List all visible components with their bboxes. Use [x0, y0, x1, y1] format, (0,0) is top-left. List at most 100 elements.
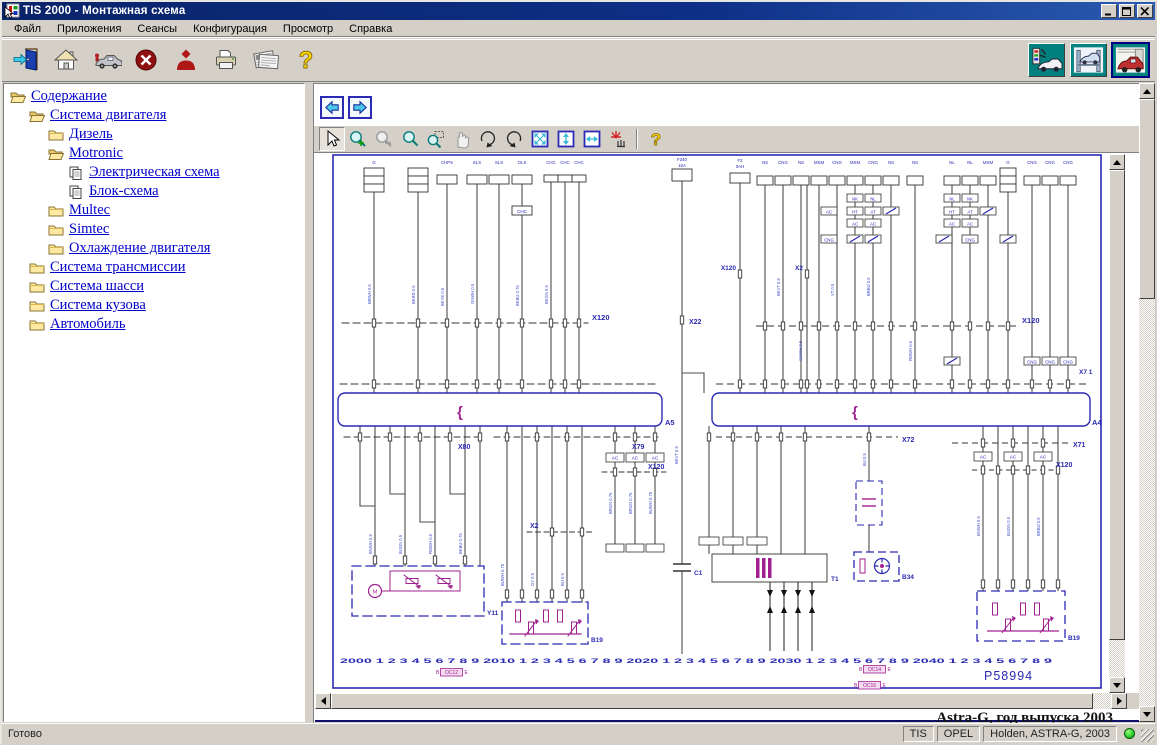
- svg-text:RDWH 0.5: RDWH 0.5: [908, 340, 913, 361]
- svg-text:?: ?: [299, 47, 314, 73]
- block-label-c1[interactable]: C1: [694, 570, 703, 577]
- maximize-button[interactable]: [1119, 4, 1135, 18]
- folder-open-icon: [48, 147, 65, 161]
- menu-help[interactable]: Справка: [341, 21, 400, 37]
- block-label-a4[interactable]: A4: [1092, 418, 1102, 427]
- tree-link[interactable]: Система шасси: [50, 278, 144, 295]
- rotate-cw-icon: [478, 129, 498, 149]
- scroll-up-button[interactable]: [1109, 154, 1125, 170]
- home-button[interactable]: [48, 43, 84, 77]
- pan-tool[interactable]: [449, 127, 475, 151]
- connector-label-x120d[interactable]: X120: [1022, 316, 1040, 325]
- help-button[interactable]: ?: [288, 43, 324, 77]
- block-label-b34[interactable]: B34: [902, 574, 914, 581]
- block-label-t1[interactable]: T1: [831, 576, 839, 583]
- viewer-toolbar: ?: [314, 125, 1140, 153]
- svg-text:GNWH 0.5: GNWH 0.5: [798, 340, 803, 361]
- scroll-up-button[interactable]: [1139, 83, 1155, 99]
- connector-label-x120e[interactable]: X120: [1056, 462, 1072, 469]
- zoom-tool[interactable]: [397, 127, 423, 151]
- rotate-ccw-tool[interactable]: [501, 127, 527, 151]
- diagram-page-number: P58994: [984, 669, 1033, 683]
- connector-label-x72[interactable]: X72: [902, 437, 915, 444]
- diagram-vertical-scrollbar[interactable]: [1109, 154, 1125, 693]
- svg-text:VT 0.5: VT 0.5: [830, 283, 835, 296]
- status-cell-tis: TIS: [903, 726, 934, 742]
- svg-text:G: G: [1006, 160, 1010, 165]
- resize-grip[interactable]: [1141, 729, 1154, 742]
- zoom-out-tool[interactable]: [371, 127, 397, 151]
- connector-label-x2b[interactable]: X2: [795, 265, 803, 272]
- tree-link[interactable]: Система двигателя: [50, 107, 166, 124]
- vehicle-service-button[interactable]: [88, 43, 124, 77]
- vehicle-lift-button[interactable]: [1070, 43, 1107, 77]
- zoom-in-tool[interactable]: [345, 127, 371, 151]
- svg-text:AC: AC: [652, 456, 659, 461]
- exit-button[interactable]: [8, 43, 44, 77]
- close-button[interactable]: [1137, 4, 1153, 18]
- horizontal-scroll-thumb[interactable]: [331, 693, 1093, 709]
- scroll-down-button[interactable]: [1109, 677, 1125, 693]
- svg-text:CNG: CNG: [1027, 360, 1037, 365]
- menu-view[interactable]: Просмотр: [275, 21, 341, 37]
- fit-width-tool[interactable]: [579, 127, 605, 151]
- print-button[interactable]: [208, 43, 244, 77]
- block-label-b19-right[interactable]: B19: [1068, 635, 1080, 642]
- tree-link[interactable]: Охлаждение двигателя: [69, 240, 210, 257]
- rotate-cw-tool[interactable]: [475, 127, 501, 151]
- connector-label-x79[interactable]: X79: [632, 444, 645, 451]
- hotspots-tool[interactable]: [605, 127, 631, 151]
- documents-button[interactable]: [248, 43, 284, 77]
- maximize-icon: [1122, 7, 1132, 16]
- connector-label-x120[interactable]: X120: [592, 313, 610, 322]
- diagram-canvas[interactable]: CHC X120 {: [315, 154, 1111, 693]
- scroll-left-button[interactable]: [315, 693, 331, 709]
- pane-scroll-thumb[interactable]: [1139, 99, 1155, 299]
- select-tool[interactable]: [319, 127, 345, 151]
- vehicle-diagnostics-button[interactable]: [1028, 43, 1065, 77]
- menu-sessions[interactable]: Сеансы: [129, 21, 185, 37]
- menu-configuration[interactable]: Конфигурация: [185, 21, 275, 37]
- svg-text:BU 0.5: BU 0.5: [560, 573, 565, 586]
- minimize-button[interactable]: [1101, 4, 1117, 18]
- connector-label-x120c[interactable]: X120: [721, 265, 737, 272]
- help-tool[interactable]: ?: [643, 127, 669, 151]
- cancel-button[interactable]: [128, 43, 164, 77]
- connector-label-x71[interactable]: X71: [1073, 442, 1086, 449]
- connector-label-x120b[interactable]: X120: [648, 464, 664, 471]
- contact-button[interactable]: [168, 43, 204, 77]
- tree-link[interactable]: Дизель: [69, 126, 113, 143]
- block-label-a5[interactable]: A5: [665, 418, 675, 427]
- panel-splitter[interactable]: [305, 82, 313, 723]
- tree-link[interactable]: Система кузова: [50, 297, 146, 314]
- tree-link[interactable]: Система трансмиссии: [50, 259, 186, 276]
- tree-link[interactable]: Simtec: [69, 221, 109, 238]
- scroll-down-button[interactable]: [1139, 706, 1155, 722]
- fit-page-tool[interactable]: [527, 127, 553, 151]
- block-label-b19-left[interactable]: B19: [591, 637, 603, 644]
- title-bar[interactable]: TIS 2000 - Монтажная схема: [2, 2, 1155, 20]
- connector-label-x2[interactable]: X2: [530, 523, 539, 530]
- connector-label-x22[interactable]: X22: [689, 319, 702, 326]
- tree-link[interactable]: Электрическая схема: [89, 164, 220, 181]
- pane-vertical-scrollbar[interactable]: [1139, 83, 1155, 722]
- fit-height-tool[interactable]: [553, 127, 579, 151]
- scroll-right-button[interactable]: [1111, 693, 1127, 709]
- connector-label-x80[interactable]: X80: [458, 444, 471, 451]
- tree-link[interactable]: Автомобиль: [50, 316, 126, 333]
- menu-applications[interactable]: Приложения: [49, 21, 129, 37]
- block-label-y11[interactable]: Y11: [487, 610, 499, 617]
- tree-link[interactable]: Motronic: [69, 145, 123, 162]
- tree-link[interactable]: Multec: [69, 202, 110, 219]
- forward-button[interactable]: [348, 96, 372, 119]
- vertical-scroll-thumb[interactable]: [1109, 170, 1125, 640]
- vehicle-garage-button[interactable]: [1112, 43, 1149, 77]
- tree-link[interactable]: Блок-схема: [89, 183, 159, 200]
- connector-label-x71-top[interactable]: X7 1: [1079, 369, 1093, 376]
- tree-link[interactable]: Содержание: [31, 88, 107, 105]
- svg-text:AC: AC: [870, 222, 876, 227]
- zoom-area-tool[interactable]: [423, 127, 449, 151]
- back-button[interactable]: [320, 96, 344, 119]
- diagram-horizontal-scrollbar[interactable]: [315, 693, 1127, 709]
- menu-file[interactable]: Файл: [6, 21, 49, 37]
